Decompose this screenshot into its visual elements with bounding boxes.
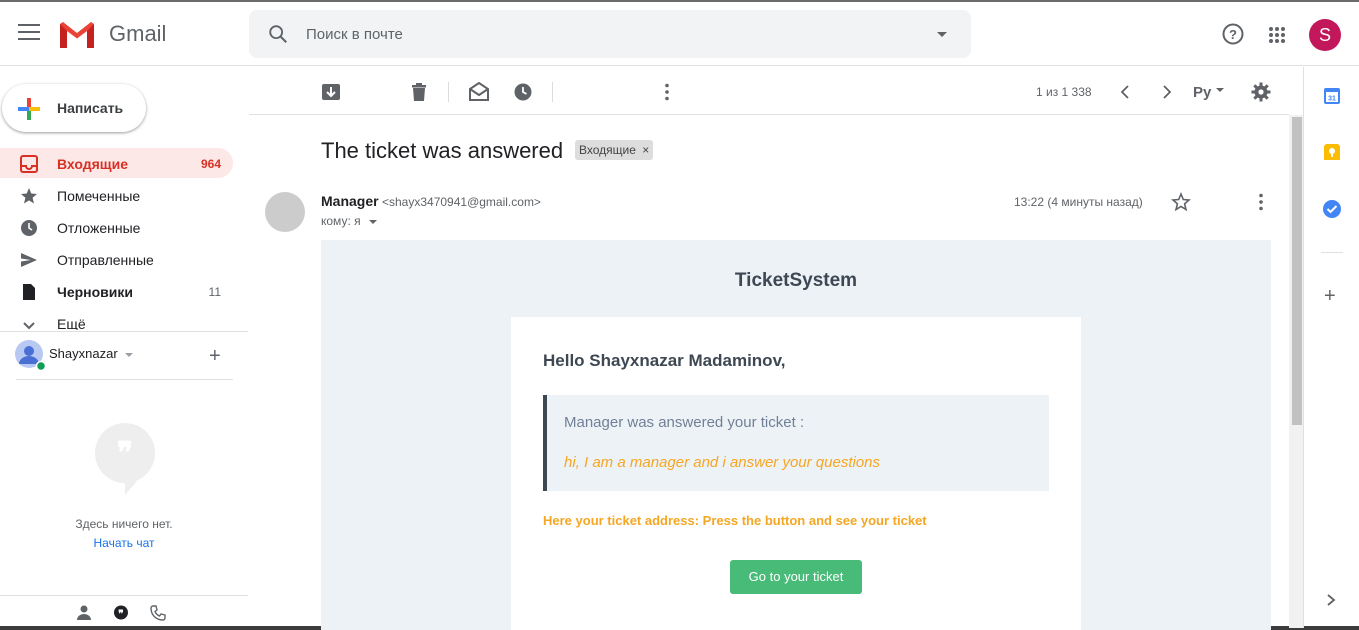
toolbar-divider-line [249,114,1289,115]
divider [0,331,248,332]
input-tools-label: Ру [1193,84,1212,101]
compose-button[interactable]: Написать [2,84,146,132]
calendar-icon[interactable]: 31 [1323,87,1341,105]
go-to-ticket-button[interactable]: Go to your ticket [730,560,862,594]
show-details-icon[interactable] [368,219,377,224]
svg-text:31: 31 [1328,96,1336,103]
toolbar-divider [552,82,553,102]
sidebar-item-starred[interactable]: Помеченные [0,180,233,210]
hangouts-user[interactable] [15,340,47,375]
sidebar-item-label: Отложенные [57,220,141,236]
sender-avatar[interactable] [265,192,305,232]
sidebar-item-drafts[interactable]: Черновики 11 [0,276,233,306]
draft-icon [23,284,35,300]
more-actions-icon[interactable] [657,82,677,102]
help-icon[interactable]: ? [1221,22,1245,46]
dropdown-caret-icon [1215,88,1224,92]
email-card: Hello Shayxnazar Madaminov, Manager was … [511,317,1081,630]
side-panel-divider [1303,67,1304,628]
star-icon [21,188,37,204]
recipients[interactable]: кому: я [321,214,377,228]
send-icon [21,253,37,267]
sidebar-item-inbox[interactable]: Входящие 964 [0,148,233,178]
phone-icon[interactable] [150,605,166,621]
drafts-count: 11 [208,285,221,299]
recipients-text: кому: я [321,214,361,228]
snooze-icon[interactable] [513,82,533,102]
compose-plus-icon [18,98,40,120]
hangouts-empty-icon: ❞ [95,423,155,495]
svg-text:?: ? [1229,27,1237,42]
inbox-label-chip[interactable]: Входящие × [575,140,654,160]
start-chat-link[interactable]: Начать чат [0,536,248,550]
message-time: 13:22 (4 минуты назад) [1014,195,1143,209]
label-chip-text: Входящие [579,143,636,157]
new-chat-plus-icon[interactable]: + [209,345,221,368]
unread-count: 964 [200,157,221,171]
toolbar-divider [448,82,449,102]
svg-text:❞: ❞ [118,609,123,620]
hangouts-user-name[interactable]: Shayxnazar [49,346,134,361]
next-icon[interactable] [1156,82,1176,102]
sidebar-item-label: Входящие [57,156,128,172]
hangouts-icon[interactable]: ❞ [113,605,129,621]
email-greeting: Hello Shayxnazar Madaminov, [543,351,786,370]
tasks-icon[interactable] [1322,199,1342,219]
remove-label-icon[interactable]: × [642,143,649,157]
search-bar[interactable]: Поиск в почте [249,10,971,58]
main-menu-icon[interactable] [18,24,40,42]
scrollbar-thumb[interactable] [1292,117,1302,425]
inbox-icon [20,155,38,173]
mark-unread-icon[interactable] [469,82,489,102]
previous-icon[interactable] [1116,82,1136,102]
clock-icon [21,220,37,236]
search-icon[interactable] [267,23,289,45]
search-input[interactable]: Поиск в почте [306,26,403,43]
ticket-address-text: Here your ticket address: Press the butt… [543,513,927,528]
app-name[interactable]: Gmail [109,21,166,47]
compose-label: Написать [57,100,124,116]
message-more-icon[interactable] [1251,192,1271,212]
user-name-text: Shayxnazar [49,346,118,361]
sidebar-item-label: Отправленные [57,252,154,268]
svg-text:❞: ❞ [117,437,133,470]
quote-message: hi, I am a manager and i answer your que… [564,454,881,471]
sidebar-item-label: Черновики [57,284,134,300]
quote-intro: Manager was answered your ticket : [564,414,805,431]
divider [16,379,233,380]
contacts-icon[interactable] [77,605,91,621]
sidebar-item-sent[interactable]: Отправленные [0,244,233,274]
get-addons-plus-icon[interactable]: + [1324,285,1336,308]
search-options-icon[interactable] [937,32,947,37]
dropdown-caret-icon [125,352,134,357]
archive-icon[interactable] [321,82,341,102]
email-body: TicketSystem Hello Shayxnazar Madaminov,… [321,240,1271,630]
email-brand: TicketSystem [734,270,858,291]
sidebar-item-label: Помеченные [57,188,141,204]
answer-quote: Manager was answered your ticket : hi, I… [543,395,1049,491]
pagination-text: 1 из 1 338 [1036,85,1092,99]
user-avatar-icon [15,340,47,372]
keep-icon[interactable] [1323,143,1341,161]
chevron-down-icon [23,322,35,330]
sidebar-item-more[interactable]: Ещё [0,308,233,330]
gmail-logo-icon[interactable] [58,20,96,50]
top-header: Gmail Поиск в почте ? S [0,2,1359,66]
sidebar-item-snoozed[interactable]: Отложенные [0,212,233,242]
sidebar-item-label: Ещё [57,316,86,330]
sender-email: <shayx3470941@gmail.com> [382,195,541,209]
input-tools-button[interactable]: Ру [1193,84,1224,101]
star-toggle-icon[interactable] [1171,192,1191,212]
expand-panel-icon[interactable] [1324,593,1338,607]
side-panel-separator [1321,252,1343,253]
delete-icon[interactable] [409,82,429,102]
account-avatar[interactable]: S [1309,19,1341,51]
email-subject: The ticket was answered [321,138,564,163]
divider [0,595,248,596]
sender-name[interactable]: Manager [321,193,379,209]
empty-chat-text: Здесь ничего нет. [75,517,173,531]
settings-gear-icon[interactable] [1251,82,1271,102]
apps-grid-icon[interactable] [1269,27,1285,43]
